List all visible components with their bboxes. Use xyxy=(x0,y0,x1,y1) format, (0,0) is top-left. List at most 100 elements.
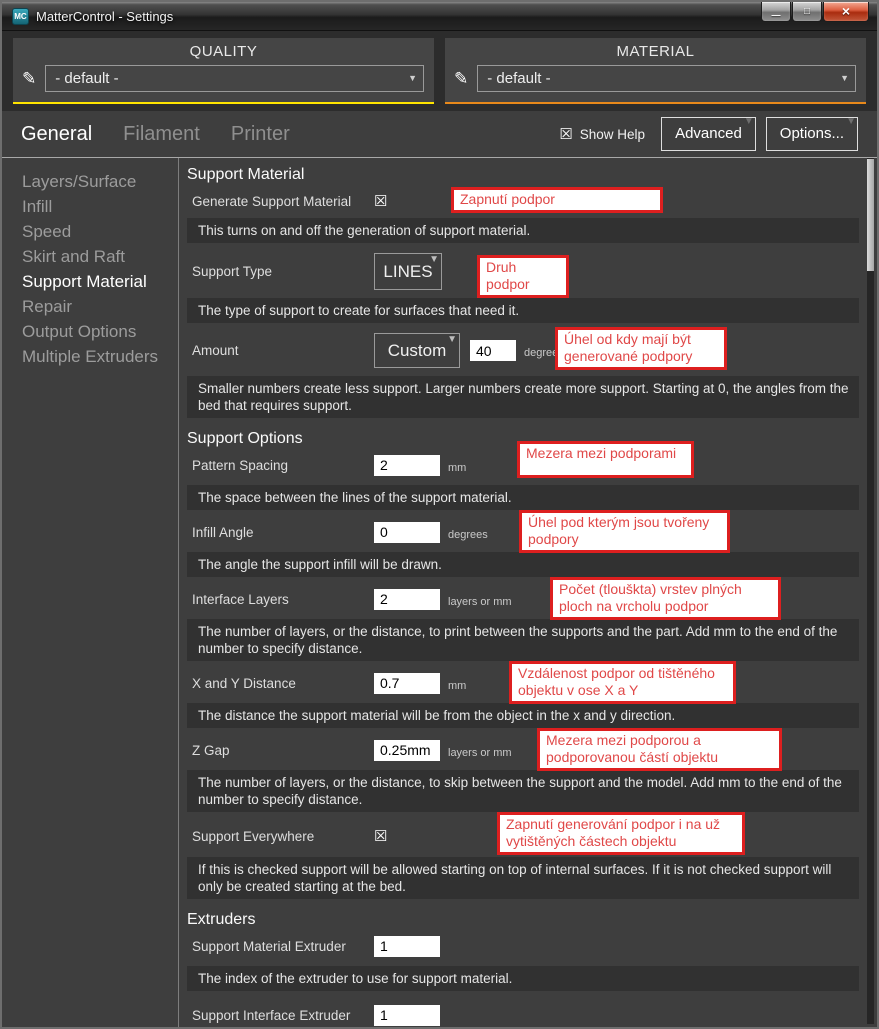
z-gap-input[interactable] xyxy=(374,740,440,761)
amount-input[interactable] xyxy=(470,340,516,361)
tabbar: General Filament Printer ☒ Show Help Adv… xyxy=(2,111,877,158)
material-preset-dropdown[interactable]: - default - ▼ xyxy=(477,65,856,92)
sidebar-item-infill[interactable]: Infill xyxy=(22,194,178,219)
setting-row-support-material-extruder: Support Material Extruder xyxy=(187,935,859,957)
content-area: Layers/Surface Infill Speed Skirt and Ra… xyxy=(2,158,877,1027)
checkbox-checked-icon: ☒ xyxy=(559,127,572,142)
setting-help-text: This turns on and off the generation of … xyxy=(187,218,859,243)
advanced-button[interactable]: Advanced ▼ xyxy=(661,117,756,151)
scrollbar[interactable] xyxy=(867,158,874,1024)
edit-pencil-icon[interactable]: ✎ xyxy=(454,70,468,87)
chevron-down-icon: ▼ xyxy=(846,117,856,127)
setting-help-text: If this is checked support will be allow… xyxy=(187,857,859,899)
section-header-extruders: Extruders xyxy=(187,911,859,929)
chevron-down-icon: ▼ xyxy=(429,255,439,265)
annotation-box: Počet (tlouškta) vrstev plných ploch na … xyxy=(550,577,781,620)
options-button[interactable]: Options... ▼ xyxy=(766,117,858,151)
tab-general[interactable]: General xyxy=(21,123,92,146)
setting-label: Infill Angle xyxy=(187,525,374,540)
support-material-extruder-input[interactable] xyxy=(374,936,440,957)
setting-help-text: The angle the support infill will be dra… xyxy=(187,552,859,577)
annotation-box: Zapnutí podpor xyxy=(451,187,663,213)
preset-strip: QUALITY ✎ - default - ▼ MATERIAL ✎ - def… xyxy=(2,31,877,111)
quality-header: QUALITY xyxy=(13,38,434,60)
annotation-box: Vzdálenost podpor od tištěného objektu v… xyxy=(509,661,736,704)
setting-row-pattern-spacing: Pattern Spacing mm Mezera mezi podporami xyxy=(187,454,859,476)
setting-label: Z Gap xyxy=(187,743,374,758)
show-help-label: Show Help xyxy=(580,127,645,142)
checkbox-checked-icon[interactable]: ☒ xyxy=(374,829,387,844)
setting-label: Pattern Spacing xyxy=(187,458,374,473)
unit-label: degrees xyxy=(448,524,488,541)
window-title: MatterControl - Settings xyxy=(36,9,173,24)
annotation-box: Úhel od kdy mají být generované podpory xyxy=(555,327,727,370)
setting-label: Support Everywhere xyxy=(187,829,374,844)
setting-label: X and Y Distance xyxy=(187,676,374,691)
support-interface-extruder-input[interactable] xyxy=(374,1005,440,1026)
section-header-support-material: Support Material xyxy=(187,166,859,184)
annotation-box: Úhel pod kterým jsou tvořeny podpory xyxy=(519,510,730,553)
interface-layers-input[interactable] xyxy=(374,589,440,610)
edit-pencil-icon[interactable]: ✎ xyxy=(22,70,36,87)
setting-help-text: The space between the lines of the suppo… xyxy=(187,485,859,510)
setting-row-support-type: Support Type LINES ▼ Druh podpor xyxy=(187,253,859,290)
sidebar-item-repair[interactable]: Repair xyxy=(22,294,178,319)
sidebar-item-skirt-and-raft[interactable]: Skirt and Raft xyxy=(22,244,178,269)
setting-help-text: Smaller numbers create less support. Lar… xyxy=(187,376,859,418)
app-icon: MC xyxy=(12,8,29,25)
minimize-button[interactable]: — xyxy=(761,2,791,22)
annotation-box: Mezera mezi podporou a podporovanou část… xyxy=(537,728,782,771)
sidebar-item-output-options[interactable]: Output Options xyxy=(22,319,178,344)
setting-row-amount: Amount Custom ▼ degrees Úhel od kdy mají… xyxy=(187,333,859,368)
x-y-distance-input[interactable] xyxy=(374,673,440,694)
settings-sidebar: Layers/Surface Infill Speed Skirt and Ra… xyxy=(2,158,179,1027)
tab-printer[interactable]: Printer xyxy=(231,123,290,146)
minimize-icon: — xyxy=(772,10,781,20)
setting-help-text: The number of layers, or the distance, t… xyxy=(187,770,859,812)
annotation-box: Druh podpor xyxy=(477,255,569,298)
annotation-box: Zapnutí generování podpor i na už vytišt… xyxy=(497,812,745,855)
setting-row-generate-support: Generate Support Material ☒ Zapnutí podp… xyxy=(187,190,859,212)
settings-main-panel: Support Material Generate Support Materi… xyxy=(179,158,877,1027)
setting-row-support-interface-extruder: Support Interface Extruder xyxy=(187,1004,859,1026)
infill-angle-input[interactable] xyxy=(374,522,440,543)
setting-label: Amount xyxy=(187,343,374,358)
chevron-down-icon: ▼ xyxy=(744,117,754,127)
maximize-button[interactable]: □ xyxy=(792,2,822,22)
setting-row-interface-layers: Interface Layers layers or mm Počet (tlo… xyxy=(187,588,859,610)
sidebar-item-speed[interactable]: Speed xyxy=(22,219,178,244)
sidebar-item-support-material[interactable]: Support Material xyxy=(22,269,178,294)
annotation-box: Mezera mezi podporami xyxy=(517,441,694,478)
sidebar-item-layers-surface[interactable]: Layers/Surface xyxy=(22,169,178,194)
setting-label: Interface Layers xyxy=(187,592,374,607)
titlebar[interactable]: MC MatterControl - Settings — □ × xyxy=(2,2,877,31)
maximize-icon: □ xyxy=(804,6,810,17)
setting-label: Support Material Extruder xyxy=(187,939,374,954)
chevron-down-icon: ▼ xyxy=(408,73,417,83)
tab-filament[interactable]: Filament xyxy=(123,123,200,146)
setting-label: Support Type xyxy=(187,264,374,279)
chevron-down-icon: ▼ xyxy=(447,335,457,345)
setting-label: Support Interface Extruder xyxy=(187,1008,374,1023)
checkbox-checked-icon[interactable]: ☒ xyxy=(374,194,387,209)
setting-row-z-gap: Z Gap layers or mm Mezera mezi podporou … xyxy=(187,739,859,761)
quality-accent-line xyxy=(13,102,434,104)
quality-preset-value: - default - xyxy=(55,70,118,87)
show-help-checkbox[interactable]: ☒ Show Help xyxy=(559,127,645,142)
setting-help-text: The index of the extruder to use for sup… xyxy=(187,966,859,991)
sidebar-item-multiple-extruders[interactable]: Multiple Extruders xyxy=(22,344,178,369)
close-button[interactable]: × xyxy=(823,2,869,22)
material-header: MATERIAL xyxy=(445,38,866,60)
window-controls: — □ × xyxy=(761,2,869,22)
chevron-down-icon: ▼ xyxy=(840,73,849,83)
quality-preset-dropdown[interactable]: - default - ▼ xyxy=(45,65,424,92)
unit-label: layers or mm xyxy=(448,591,512,608)
scrollbar-thumb[interactable] xyxy=(867,159,874,271)
app-window: MC MatterControl - Settings — □ × QUALIT… xyxy=(0,0,879,1029)
quality-panel: QUALITY ✎ - default - ▼ xyxy=(13,38,434,104)
pattern-spacing-input[interactable] xyxy=(374,455,440,476)
setting-row-support-everywhere: Support Everywhere ☒ Zapnutí generování … xyxy=(187,825,859,847)
support-type-dropdown[interactable]: LINES ▼ xyxy=(374,253,442,290)
amount-mode-dropdown[interactable]: Custom ▼ xyxy=(374,333,460,368)
material-panel: MATERIAL ✎ - default - ▼ xyxy=(445,38,866,104)
